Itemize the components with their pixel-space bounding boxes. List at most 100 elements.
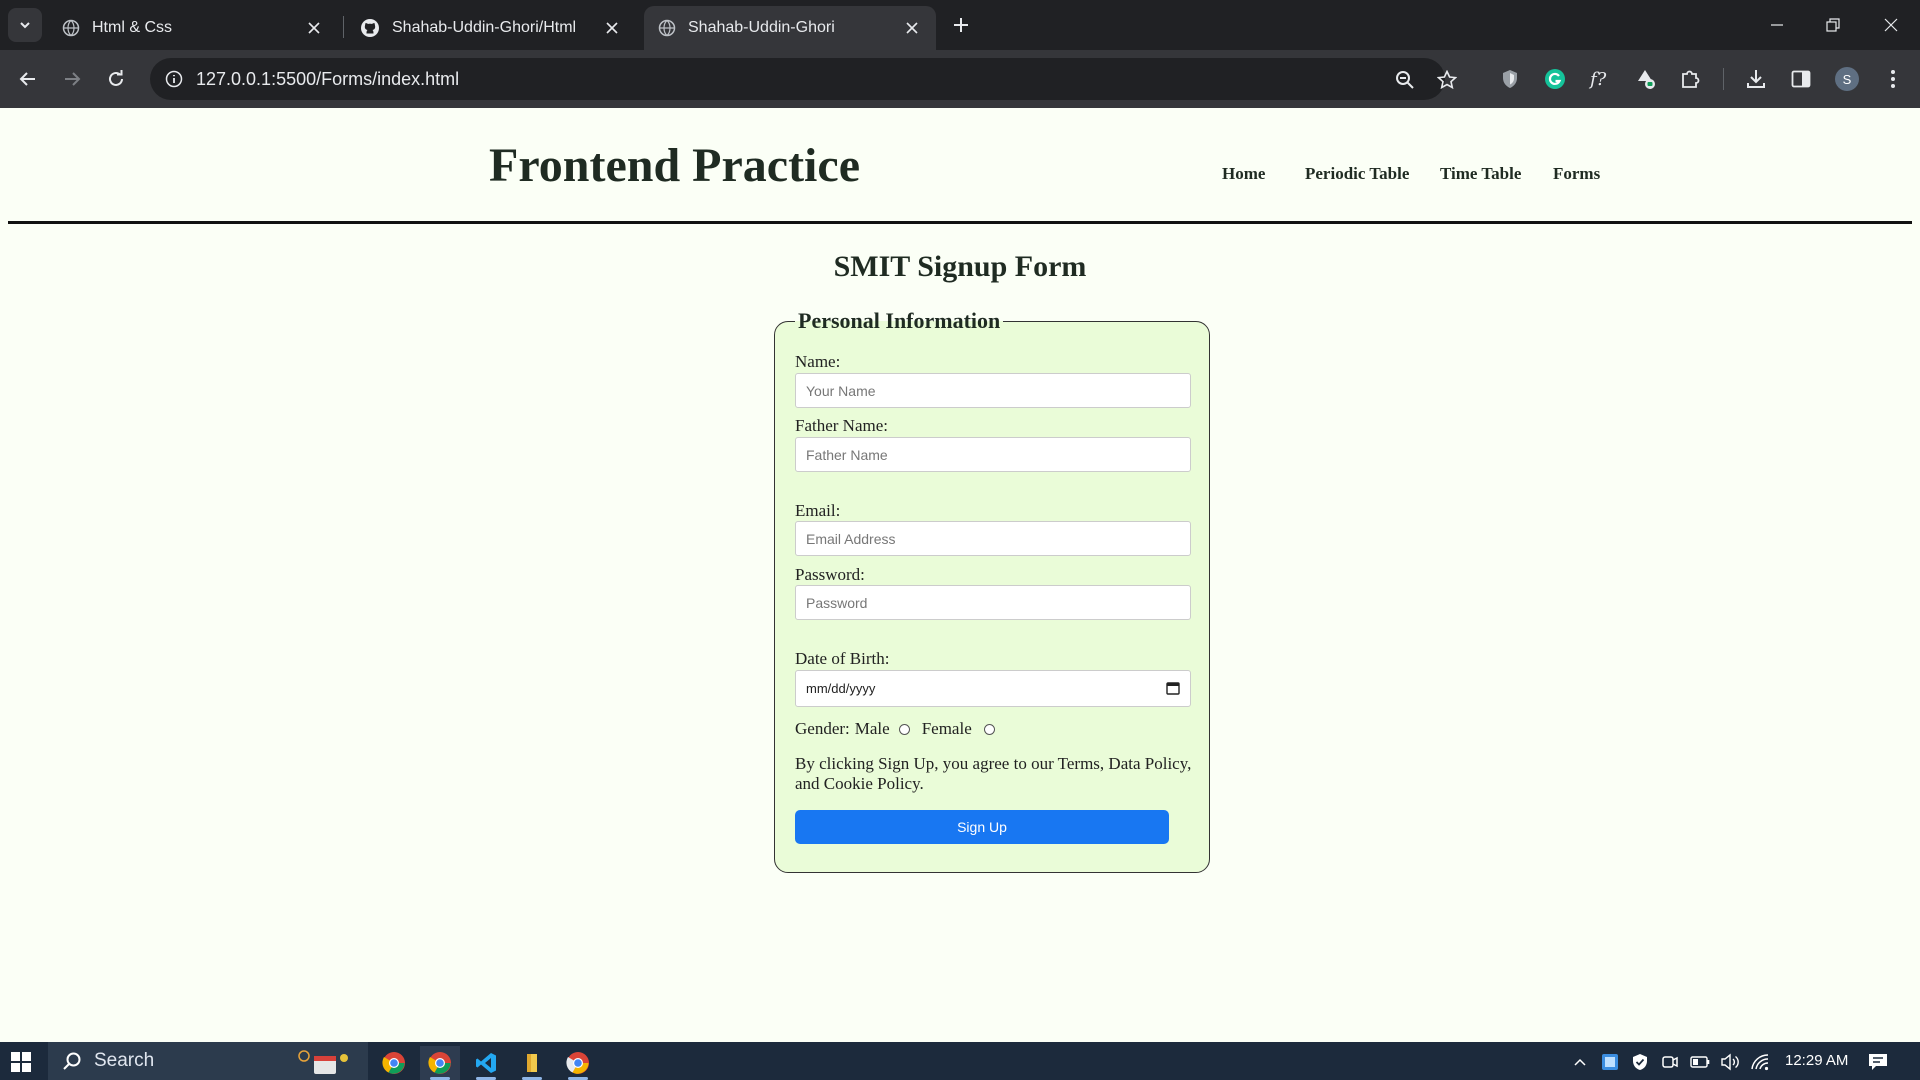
- tab-title: Shahab-Uddin-Ghori: [688, 19, 835, 36]
- close-window-button[interactable]: [1876, 10, 1906, 40]
- taskbar-clock[interactable]: 12:29 AM: [1785, 1052, 1848, 1069]
- svg-text:f?: f?: [1588, 69, 1607, 90]
- plus-icon: [954, 18, 968, 32]
- name-label: Name:: [795, 352, 841, 371]
- gender-group: Gender: Male Female: [795, 719, 995, 739]
- minimize-button[interactable]: [1762, 10, 1792, 40]
- meet-now-icon[interactable]: [1659, 1051, 1681, 1073]
- taskbar-vscode-app[interactable]: [466, 1046, 506, 1080]
- notifications-icon[interactable]: [1867, 1051, 1889, 1073]
- gender-female-label: Female: [921, 719, 972, 738]
- close-tab-button[interactable]: [304, 18, 324, 38]
- site-title: Frontend Practice: [489, 139, 860, 192]
- close-icon: [308, 22, 320, 34]
- arrow-left-icon: [19, 72, 35, 86]
- tab-title: Shahab-Uddin-Ghori/Html: [392, 19, 577, 36]
- shield-extension-icon[interactable]: [1494, 63, 1526, 95]
- nav-time-table[interactable]: Time Table: [1440, 164, 1521, 184]
- new-tab-button[interactable]: [948, 12, 974, 38]
- dob-label: Date of Birth:: [795, 649, 890, 668]
- forward-button[interactable]: [56, 63, 88, 95]
- father-name-input[interactable]: Father Name: [795, 437, 1191, 472]
- profile-initial: S: [1842, 71, 1852, 87]
- gender-male-label: Male: [854, 719, 890, 738]
- zoom-icon[interactable]: [1392, 67, 1418, 93]
- battery-icon[interactable]: [1689, 1051, 1711, 1073]
- downloads-icon[interactable]: [1740, 63, 1772, 95]
- site-info-icon[interactable]: [162, 67, 186, 91]
- tab-active-page[interactable]: Shahab-Uddin-Ghori: [644, 6, 936, 50]
- grammarly-extension-icon[interactable]: [1539, 63, 1571, 95]
- header-divider: [8, 221, 1912, 224]
- tray-app-icon[interactable]: [1599, 1051, 1621, 1073]
- profile-avatar[interactable]: S: [1831, 63, 1863, 95]
- close-icon: [606, 22, 618, 34]
- address-bar[interactable]: 127.0.0.1:5500/Forms/index.html: [150, 58, 1457, 100]
- tab-title: Html & Css: [92, 19, 172, 36]
- chevron-up-icon: [1574, 1058, 1586, 1066]
- taskbar-chrome-app-active[interactable]: [420, 1046, 460, 1080]
- nav-periodic-table[interactable]: Periodic Table: [1305, 164, 1409, 184]
- taskbar-chrome-canary-app[interactable]: [558, 1046, 598, 1080]
- name-input[interactable]: Your Name: [795, 373, 1191, 408]
- cloud-extension-icon[interactable]: [1630, 63, 1662, 95]
- side-panel-icon[interactable]: [1785, 63, 1817, 95]
- reload-icon: [109, 70, 123, 86]
- password-input[interactable]: Password: [795, 585, 1191, 620]
- folder-icon: [527, 1054, 537, 1072]
- chevron-down-icon: [20, 22, 30, 29]
- fieldset-legend: Personal Information: [795, 308, 1004, 334]
- web-page: Frontend Practice Home Periodic Table Ti…: [0, 108, 1920, 1042]
- taskbar-file-explorer-app[interactable]: [512, 1046, 552, 1080]
- minimize-icon: [1771, 24, 1783, 26]
- browser-menu-button[interactable]: [1877, 63, 1909, 95]
- chrome-icon: [428, 1052, 451, 1074]
- personal-info-fieldset: Personal Information Name: Your Name Fat…: [774, 308, 1210, 873]
- globe-icon: [658, 19, 676, 37]
- wifi-icon[interactable]: [1749, 1051, 1771, 1073]
- security-shield-icon[interactable]: [1629, 1051, 1651, 1073]
- show-hidden-icons-button[interactable]: [1569, 1051, 1591, 1073]
- father-name-label: Father Name:: [795, 416, 888, 435]
- nav-home[interactable]: Home: [1222, 164, 1265, 184]
- globe-icon: [62, 19, 80, 37]
- arrow-right-icon: [65, 72, 81, 86]
- calendar-icon[interactable]: [1166, 681, 1180, 695]
- search-label: Search: [94, 1050, 155, 1071]
- tab-divider: [343, 16, 344, 38]
- email-label: Email:: [795, 501, 841, 520]
- close-icon: [906, 22, 918, 34]
- dob-value: mm/dd/yyyy: [806, 681, 876, 696]
- gender-male-radio[interactable]: [898, 723, 910, 735]
- tab-html-css[interactable]: Html & Css: [48, 6, 338, 50]
- url-text: 127.0.0.1:5500/Forms/index.html: [196, 69, 460, 89]
- taskbar-search-box[interactable]: Search: [48, 1042, 368, 1080]
- close-icon: [1884, 18, 1898, 32]
- font-finder-extension-icon[interactable]: f?: [1584, 63, 1616, 95]
- vscode-icon: [476, 1053, 496, 1073]
- terms-text: By clicking Sign Up, you agree to our Te…: [795, 754, 1192, 793]
- tab-github-repo[interactable]: Shahab-Uddin-Ghori/Html: [346, 6, 636, 50]
- gender-label: Gender:: [795, 719, 850, 738]
- github-icon: [361, 19, 379, 37]
- back-button[interactable]: [12, 63, 44, 95]
- reload-button[interactable]: [100, 63, 132, 95]
- email-input[interactable]: Email Address: [795, 521, 1191, 556]
- dob-input[interactable]: mm/dd/yyyy: [795, 670, 1191, 707]
- taskbar-chrome-app[interactable]: [374, 1046, 414, 1080]
- form-heading: SMIT Signup Form: [833, 250, 1087, 283]
- windows-start-icon[interactable]: [10, 1051, 32, 1073]
- chrome-icon: [566, 1052, 589, 1074]
- gender-female-radio[interactable]: [983, 723, 995, 735]
- toolbar-divider: [1723, 68, 1724, 90]
- nav-forms[interactable]: Forms: [1553, 164, 1600, 184]
- extensions-puzzle-icon[interactable]: [1674, 63, 1706, 95]
- restore-button[interactable]: [1818, 10, 1848, 40]
- more-vertical-icon: [1891, 70, 1895, 88]
- bookmark-star-icon[interactable]: [1434, 67, 1460, 93]
- sign-up-button[interactable]: Sign Up: [795, 810, 1169, 844]
- close-tab-button[interactable]: [602, 18, 622, 38]
- tab-search-dropdown[interactable]: [8, 8, 42, 42]
- close-tab-button[interactable]: [902, 18, 922, 38]
- volume-icon[interactable]: [1719, 1051, 1741, 1073]
